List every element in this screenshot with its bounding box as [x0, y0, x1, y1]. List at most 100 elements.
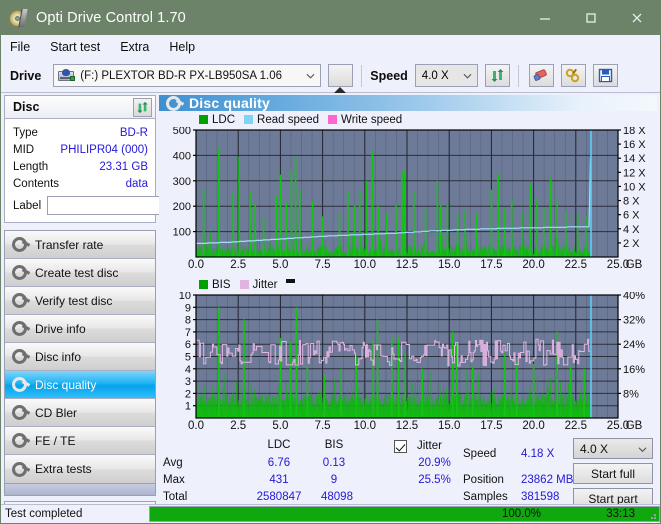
- tools-button[interactable]: [560, 64, 586, 87]
- chevron-down-icon: [638, 447, 647, 453]
- svg-text:24%: 24%: [623, 339, 645, 351]
- legend-read-speed: Read speed: [244, 114, 319, 126]
- disc-row-key: Type: [13, 126, 38, 139]
- disc-label-row: Label: [13, 195, 258, 216]
- bis-chart-legend: BIS Jitter: [159, 277, 657, 292]
- disc-info-panel: Type BD-R MID PHILIPR04 (000) Length 23.…: [4, 119, 258, 223]
- x-tick-label: 20.0: [522, 420, 545, 432]
- legend-swatch-icon: [199, 115, 208, 124]
- svg-text:8%: 8%: [623, 388, 639, 400]
- main-area: Disc Type BD-R MID PHILIPR04 (000) Lengt…: [1, 93, 660, 523]
- disc-label-key: Label: [13, 199, 42, 212]
- x-tick-label: 15.0: [437, 259, 461, 271]
- ldc-plot: 100 200 300 400 500 2 X 4 X 6 X 8 X 10 X 12 X 14 X 1…: [159, 125, 657, 259]
- x-tick-label: 7.5: [314, 420, 331, 432]
- disc-refresh-button[interactable]: [133, 98, 152, 117]
- svg-text:10 X: 10 X: [623, 181, 646, 193]
- svg-text:300: 300: [173, 176, 191, 188]
- chevron-down-icon: [463, 73, 472, 79]
- resize-grip-icon: [646, 509, 657, 520]
- stats-avg-bis: 0.13: [322, 457, 346, 469]
- eject-icon: [334, 70, 347, 93]
- svg-text:200: 200: [173, 201, 191, 213]
- sidebar-item-drive-info[interactable]: Drive info: [5, 315, 155, 343]
- svg-text:6 X: 6 X: [623, 210, 640, 222]
- sidebar-item-fe-te[interactable]: FE / TE: [5, 427, 155, 455]
- sidebar-item-disc-info[interactable]: Disc info: [5, 343, 155, 371]
- sidebar-item-create-test-disc[interactable]: Create test disc: [5, 259, 155, 287]
- legend-ldc: LDC: [199, 114, 235, 126]
- speed-label: Speed: [370, 68, 408, 83]
- x-tick-label: 7.5: [314, 259, 331, 271]
- svg-text:9: 9: [185, 302, 191, 314]
- svg-text:8: 8: [185, 315, 191, 327]
- refresh-button[interactable]: [484, 64, 510, 87]
- stats-row-avg: Avg: [163, 457, 183, 469]
- legend-label: LDC: [212, 113, 236, 126]
- close-icon[interactable]: [614, 1, 660, 35]
- x-tick-label: 12.5: [395, 420, 419, 432]
- x-axis-unit-label: GB: [625, 420, 643, 432]
- nav-list: Transfer rate Create test disc Verify te…: [4, 230, 156, 484]
- ldc-chart-legend: LDC Read speed Write speed: [159, 112, 657, 127]
- svg-text:16 X: 16 X: [623, 139, 646, 151]
- progress-percent: 100.0%: [502, 508, 542, 520]
- test-speed-value: 4.0 X: [580, 441, 609, 456]
- disc-row-value: data: [125, 177, 148, 190]
- disc-row-value: 23.31 GB: [99, 160, 148, 173]
- maximize-icon[interactable]: [568, 1, 614, 35]
- speed-select-value: 4.0 X: [421, 69, 449, 82]
- test-speed-select[interactable]: 4.0 X: [573, 438, 653, 459]
- sidebar-item-cd-bler[interactable]: CD Bler: [5, 399, 155, 427]
- stats-max-bis: 9: [330, 474, 338, 486]
- svg-text:12 X: 12 X: [623, 167, 646, 179]
- menu-item-file[interactable]: File: [10, 38, 41, 56]
- legend-label: Write speed: [341, 113, 403, 126]
- sidebar-item-disc-quality[interactable]: Disc quality: [5, 371, 155, 399]
- svg-text:2: 2: [185, 388, 191, 400]
- x-tick-label: 20.0: [522, 259, 545, 271]
- sidebar-item-transfer-rate[interactable]: Transfer rate: [5, 231, 155, 259]
- disc-row-value: PHILIPR04 (000): [60, 143, 148, 156]
- erase-button[interactable]: [528, 64, 554, 87]
- chevron-down-icon: [306, 73, 315, 79]
- eraser-icon: [533, 69, 548, 81]
- menu-bar: File Start test Extra Help: [1, 35, 660, 59]
- drive-select-value: (F:) PLEXTOR BD-R PX-LB950SA 1.06: [80, 69, 283, 82]
- drive-select[interactable]: (F:) PLEXTOR BD-R PX-LB950SA 1.06: [53, 64, 322, 87]
- eject-button[interactable]: [328, 64, 354, 93]
- menu-item-start-test[interactable]: Start test: [50, 38, 111, 56]
- status-message: Test completed: [5, 508, 83, 520]
- jitter-checkbox[interactable]: [394, 440, 407, 453]
- start-full-button[interactable]: Start full: [573, 463, 653, 484]
- disc-row-length: Length 23.31 GB: [13, 158, 148, 175]
- refresh-icon: [491, 69, 504, 82]
- nav-spacer: [4, 484, 156, 496]
- legend-swatch-icon: [244, 115, 254, 124]
- svg-text:6: 6: [185, 339, 191, 351]
- x-tick-label: 5.0: [272, 420, 289, 432]
- minimize-icon[interactable]: [522, 1, 568, 35]
- stats-samples-value: 381598: [521, 491, 560, 503]
- save-icon: [598, 68, 612, 83]
- stats-total-bis: 48098: [321, 491, 353, 503]
- app-window: Opti Drive Control 1.70 File Start test …: [0, 0, 661, 524]
- menu-item-help[interactable]: Help: [169, 38, 206, 56]
- jitter-label: Jitter: [417, 440, 442, 452]
- sidebar-item-verify-test-disc[interactable]: Verify test disc: [5, 287, 155, 315]
- sidebar-item-extra-tests[interactable]: Extra tests: [5, 455, 155, 483]
- bis-x-axis: 0.0 2.5 5.0 7.5 10.0 12.5 15.0 17.5 20.0 22.5 25.0…: [159, 420, 657, 436]
- save-button[interactable]: [592, 64, 618, 87]
- disc-verify-icon: [12, 293, 31, 308]
- charts-container: LDC Read speed Write speed 100 200 300 400 5…: [159, 111, 657, 436]
- legend-label: BIS: [212, 278, 231, 291]
- ldc-chart: LDC Read speed Write speed 100 200 300 400 5…: [159, 112, 657, 275]
- sidebar-item-label: Extra tests: [35, 462, 92, 476]
- menu-item-extra[interactable]: Extra: [120, 38, 160, 56]
- stats-samples-label: Samples: [463, 491, 508, 503]
- sidebar-item-label: Disc info: [35, 349, 82, 364]
- sidebar: Disc Type BD-R MID PHILIPR04 (000) Lengt…: [1, 93, 258, 523]
- speed-select[interactable]: 4.0 X: [414, 64, 478, 87]
- drive-info-icon: [12, 321, 31, 336]
- x-axis-unit-label: GB: [625, 259, 643, 271]
